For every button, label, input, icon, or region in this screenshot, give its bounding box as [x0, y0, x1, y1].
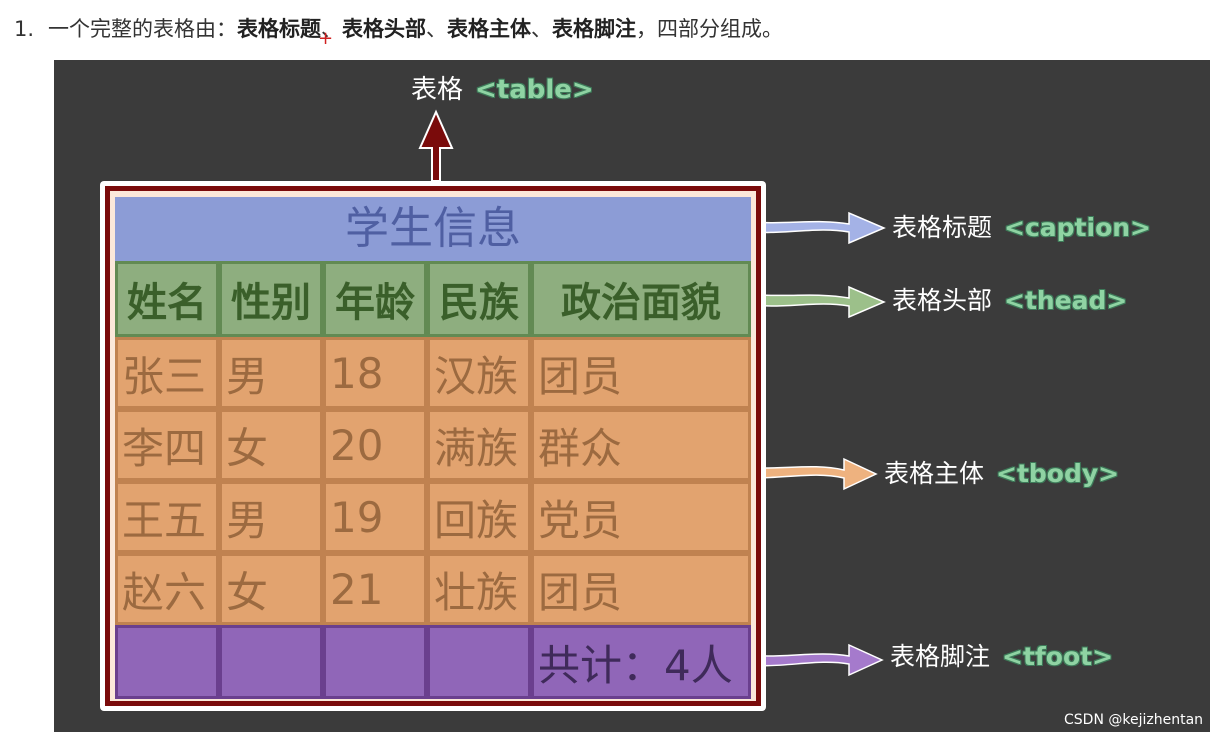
table-border-inner: 学生信息 姓名 性别 年龄 民族 政治面貌 张三 男 18 汉族 团员 李四 女… — [110, 191, 756, 701]
body-cell: 女 — [219, 409, 323, 481]
footer-cell — [219, 625, 323, 699]
body-cell: 18 — [323, 337, 427, 409]
header-cell: 年龄 — [323, 261, 427, 337]
intro-line: 1. 一个完整的表格由：表格标题、表格头部、表格主体、表格脚注，四部分组成。 — [14, 14, 783, 44]
body-cell: 满族 — [427, 409, 531, 481]
intro-item-tbody: 表格主体 — [447, 17, 532, 41]
footer-total-cell: 共计：4人 — [531, 625, 751, 699]
tbody-row: 李四 女 20 满族 群众 — [115, 409, 751, 481]
body-cell: 赵六 — [115, 553, 219, 625]
label-caption: 表格标题 <caption> — [892, 212, 1151, 244]
header-cell: 姓名 — [115, 261, 219, 337]
body-cell: 汉族 — [427, 337, 531, 409]
tbody-row: 王五 男 19 回族 党员 — [115, 481, 751, 553]
text-cursor-icon: + — [318, 28, 334, 49]
body-cell: 团员 — [531, 553, 751, 625]
body-cell: 团员 — [531, 337, 751, 409]
label-tfoot: 表格脚注 <tfoot> — [890, 641, 1113, 673]
body-cell: 21 — [323, 553, 427, 625]
intro-separator: 、 — [426, 17, 448, 41]
table-frame: 学生信息 姓名 性别 年龄 民族 政治面貌 张三 男 18 汉族 团员 李四 女… — [100, 181, 766, 711]
header-cell: 性别 — [219, 261, 323, 337]
body-cell: 李四 — [115, 409, 219, 481]
footer-cell — [115, 625, 219, 699]
label-thead: 表格头部 <thead> — [892, 285, 1127, 317]
intro-item-caption: 表格标题 — [237, 17, 322, 41]
thead-tag: <thead> — [1004, 286, 1128, 315]
table-caption: 学生信息 — [115, 197, 751, 261]
watermark: CSDN @kejizhentan — [1064, 712, 1204, 728]
label-tfoot-text: 表格脚注 — [890, 642, 991, 671]
up-arrow-icon — [418, 109, 454, 182]
thead-row: 姓名 性别 年龄 民族 政治面貌 — [115, 261, 751, 337]
tbody-row: 赵六 女 21 壮族 团员 — [115, 553, 751, 625]
list-number: 1. — [14, 17, 35, 41]
footer-cell — [427, 625, 531, 699]
body-cell: 回族 — [427, 481, 531, 553]
tbody-tag: <tbody> — [996, 459, 1120, 488]
header-cell: 政治面貌 — [531, 261, 751, 337]
body-cell: 党员 — [531, 481, 751, 553]
body-cell: 男 — [219, 481, 323, 553]
label-caption-text: 表格标题 — [892, 213, 993, 242]
body-cell: 男 — [219, 337, 323, 409]
label-tbody-text: 表格主体 — [884, 459, 985, 488]
body-cell: 19 — [323, 481, 427, 553]
intro-item-tfoot: 表格脚注 — [552, 17, 637, 41]
tbody-row: 张三 男 18 汉族 团员 — [115, 337, 751, 409]
footer-cell — [323, 625, 427, 699]
label-thead-text: 表格头部 — [892, 286, 993, 315]
table-border: 学生信息 姓名 性别 年龄 民族 政治面貌 张三 男 18 汉族 团员 李四 女… — [105, 186, 761, 706]
intro-item-thead: 表格头部 — [342, 17, 427, 41]
intro-text-pre: 一个完整的表格由： — [48, 17, 238, 41]
body-cell: 群众 — [531, 409, 751, 481]
body-cell: 王五 — [115, 481, 219, 553]
table-structure-diagram: 表格 <table> 学生信息 姓名 性别 年龄 民族 政治面貌 张三 男 18… — [54, 60, 1210, 732]
tfoot-tag: <tfoot> — [1002, 642, 1114, 671]
caption-tag: <caption> — [1004, 213, 1151, 242]
header-cell: 民族 — [427, 261, 531, 337]
label-tbody: 表格主体 <tbody> — [884, 458, 1119, 490]
tfoot-row: 共计：4人 — [115, 625, 751, 699]
body-cell: 壮族 — [427, 553, 531, 625]
intro-text-post: ，四部分组成。 — [636, 17, 784, 41]
body-cell: 女 — [219, 553, 323, 625]
intro-separator: 、 — [531, 17, 553, 41]
body-cell: 张三 — [115, 337, 219, 409]
body-cell: 20 — [323, 409, 427, 481]
